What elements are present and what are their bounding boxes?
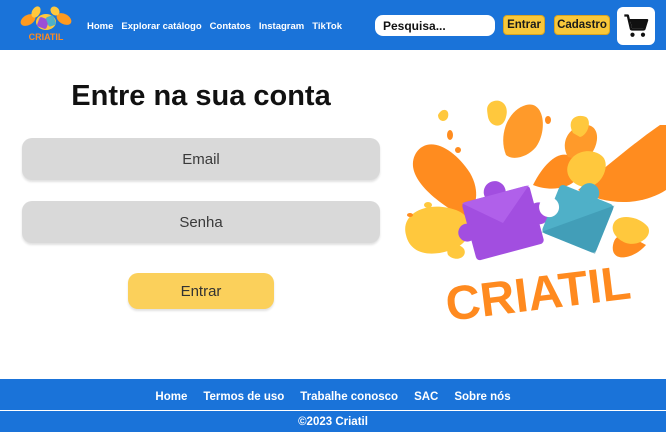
footer-link-termos-de-uso[interactable]: Termos de uso [203, 391, 284, 403]
site-header: CRIATIL Home Explorar catálogo Contatos … [0, 0, 666, 50]
nav-explorar-catalogo[interactable]: Explorar catálogo [121, 21, 201, 32]
criatil-logo[interactable]: CRIATIL [18, 4, 74, 46]
nav-home[interactable]: Home [87, 21, 113, 32]
nav-contatos[interactable]: Contatos [210, 21, 251, 32]
shopping-cart-icon [624, 14, 649, 37]
svg-text:CRIATIL: CRIATIL [443, 257, 634, 327]
nav-tiktok[interactable]: TikTok [312, 21, 342, 32]
search-input[interactable] [375, 15, 495, 36]
criatil-hero-illustration: CRIATIL [405, 100, 666, 327]
email-field[interactable] [22, 138, 380, 180]
cart-button[interactable] [617, 7, 655, 45]
svg-text:CRIATIL: CRIATIL [29, 32, 64, 42]
copyright-text: ©2023 Criatil [298, 416, 368, 428]
footer-divider [0, 410, 666, 411]
login-button[interactable]: Entrar [503, 15, 545, 35]
footer-nav: Home Termos de uso Trabalhe conosco SAC … [0, 391, 666, 403]
signup-button[interactable]: Cadastro [554, 15, 610, 35]
footer-link-sac[interactable]: SAC [414, 391, 438, 403]
footer-link-home[interactable]: Home [155, 391, 187, 403]
nav-instagram[interactable]: Instagram [259, 21, 304, 32]
password-field[interactable] [22, 201, 380, 243]
submit-login-button[interactable]: Entrar [128, 273, 274, 309]
footer-link-sobre-nos[interactable]: Sobre nós [454, 391, 510, 403]
footer-link-trabalhe-conosco[interactable]: Trabalhe conosco [300, 391, 398, 403]
page-title: Entre na sua conta [71, 80, 331, 112]
site-footer: Home Termos de uso Trabalhe conosco SAC … [0, 379, 666, 432]
main-nav: Home Explorar catálogo Contatos Instagra… [87, 21, 342, 32]
